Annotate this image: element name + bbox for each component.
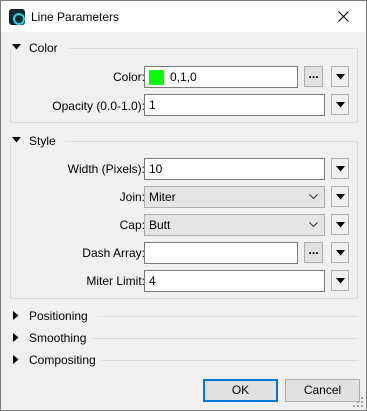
miter-limit-value: 4 xyxy=(149,274,156,288)
width-menu-button[interactable] xyxy=(331,158,349,179)
menu-triangle-icon xyxy=(335,193,345,199)
cap-select[interactable]: Butt xyxy=(144,214,325,236)
menu-triangle-icon xyxy=(335,73,345,79)
width-field[interactable]: 10 xyxy=(144,158,325,180)
divider xyxy=(91,338,358,339)
divider xyxy=(101,360,358,361)
close-icon xyxy=(337,11,349,22)
color-field[interactable]: 0,1,0 xyxy=(144,66,298,88)
smoothing-section-label: Smoothing xyxy=(29,331,87,345)
ok-button-label: OK xyxy=(231,383,250,397)
style-section-body: Width (Pixels): 10 Join: Miter Cap: Butt xyxy=(10,142,358,299)
ellipsis-label: ... xyxy=(308,67,319,81)
close-button[interactable] xyxy=(320,1,366,32)
color-section: Color Color: 0,1,0 ... Opacity (0.0-1.0)… xyxy=(9,40,358,123)
dash-array-label: Dash Array: xyxy=(82,246,145,260)
miter-limit-field[interactable]: 4 xyxy=(144,270,325,292)
cap-menu-button[interactable] xyxy=(331,214,349,235)
ellipsis-label: ... xyxy=(308,243,319,257)
cancel-button[interactable]: Cancel xyxy=(285,379,360,402)
join-select[interactable]: Miter xyxy=(144,186,325,208)
resize-grip-icon[interactable] xyxy=(352,396,364,408)
miter-limit-label: Miter Limit: xyxy=(86,274,145,288)
join-value: Miter xyxy=(149,190,176,204)
ok-button[interactable]: OK xyxy=(203,379,278,402)
collapsed-triangle-icon xyxy=(13,333,19,342)
opacity-label: Opacity (0.0-1.0): xyxy=(52,99,145,113)
smoothing-section-header[interactable]: Smoothing xyxy=(9,330,358,346)
window-title: Line Parameters xyxy=(31,10,120,24)
color-label: Color: xyxy=(112,70,145,84)
dash-array-picker-button[interactable]: ... xyxy=(304,242,323,263)
divider xyxy=(97,316,358,317)
width-label: Width (Pixels): xyxy=(67,162,145,176)
dash-array-field[interactable] xyxy=(144,242,298,264)
color-picker-button[interactable]: ... xyxy=(304,66,323,87)
collapsed-triangle-icon xyxy=(13,311,19,320)
positioning-section[interactable]: Positioning xyxy=(9,308,358,324)
color-menu-button[interactable] xyxy=(331,66,349,87)
title-bar: Line Parameters xyxy=(1,1,366,32)
menu-triangle-icon xyxy=(335,277,345,283)
line-parameters-dialog: Line Parameters Color Color: 0,1,0 ... O… xyxy=(0,0,367,411)
menu-triangle-icon xyxy=(335,101,345,107)
cancel-button-label: Cancel xyxy=(303,383,342,397)
color-value: 0,1,0 xyxy=(170,70,197,84)
menu-triangle-icon xyxy=(335,165,345,171)
width-value: 10 xyxy=(149,162,163,176)
chevron-down-icon xyxy=(309,222,318,228)
opacity-menu-button[interactable] xyxy=(331,94,349,115)
app-icon xyxy=(9,9,25,25)
compositing-section-header[interactable]: Compositing xyxy=(9,352,358,368)
compositing-section-label: Compositing xyxy=(29,353,96,367)
color-swatch xyxy=(149,70,164,85)
positioning-section-label: Positioning xyxy=(29,309,88,323)
cap-value: Butt xyxy=(149,218,171,232)
cap-label: Cap: xyxy=(119,218,145,232)
opacity-field[interactable]: 1 xyxy=(144,94,325,116)
positioning-section-header[interactable]: Positioning xyxy=(9,308,358,324)
menu-triangle-icon xyxy=(335,249,345,255)
join-menu-button[interactable] xyxy=(331,186,349,207)
style-section: Style Width (Pixels): 10 Join: Miter Cap… xyxy=(9,133,358,299)
compositing-section[interactable]: Compositing xyxy=(9,352,358,368)
dash-array-menu-button[interactable] xyxy=(331,242,349,263)
color-section-body: Color: 0,1,0 ... Opacity (0.0-1.0): 1 xyxy=(10,49,358,123)
smoothing-section[interactable]: Smoothing xyxy=(9,330,358,346)
opacity-value: 1 xyxy=(149,98,156,112)
menu-triangle-icon xyxy=(335,221,345,227)
chevron-down-icon xyxy=(309,194,318,200)
collapsed-triangle-icon xyxy=(13,355,19,364)
join-label: Join: xyxy=(119,190,145,204)
miter-limit-menu-button[interactable] xyxy=(331,270,349,291)
